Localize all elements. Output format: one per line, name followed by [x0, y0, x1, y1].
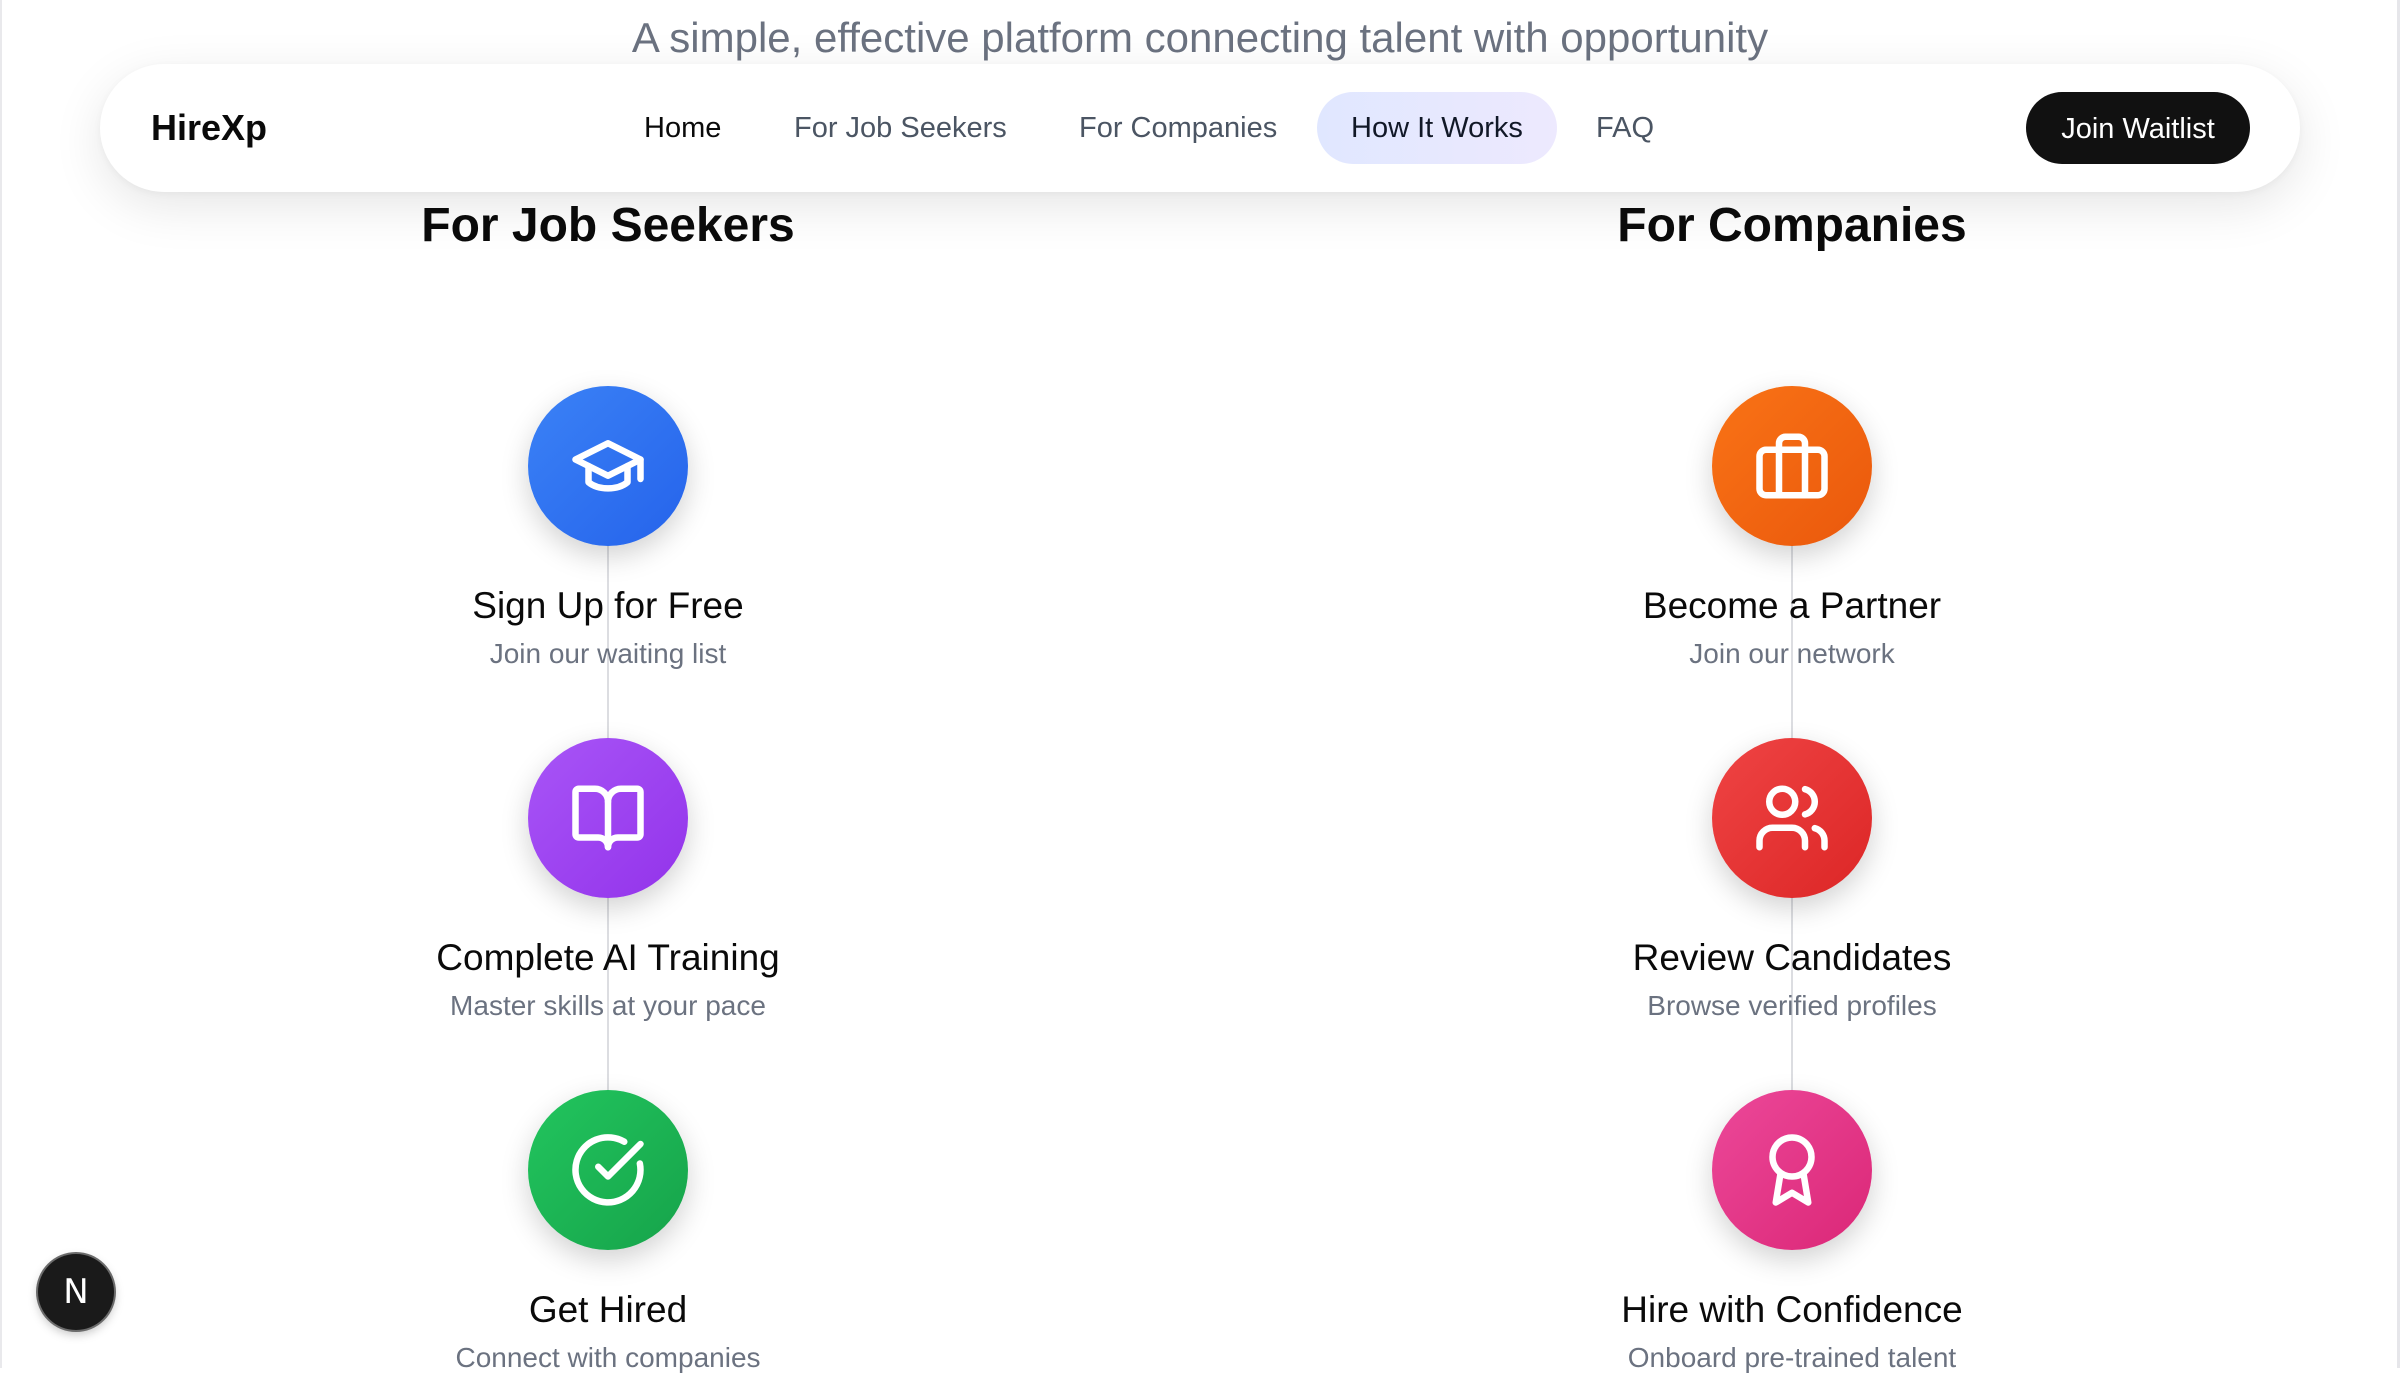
step-title: Review Candidates — [1632, 937, 1952, 978]
award-icon — [1769, 1134, 1815, 1206]
step-icon-circle — [528, 386, 688, 546]
hero-subtitle: A simple, effective platform connecting … — [631, 14, 1769, 61]
navbar: HireXp Home For Job Seekers For Companie… — [100, 64, 2300, 192]
nextjs-icon: N — [63, 1272, 89, 1312]
step-title: Complete AI Training — [436, 937, 780, 978]
page-edge — [0, 0, 2, 1368]
step-icon-circle — [1712, 1090, 1872, 1250]
step-description: Join our waiting list — [489, 638, 727, 669]
join-waitlist-button[interactable]: Join Waitlist — [2026, 92, 2250, 164]
briefcase-icon — [1756, 433, 1828, 499]
step-description: Onboard pre-trained talent — [1627, 1342, 1957, 1373]
step-description: Join our network — [1689, 638, 1895, 669]
step-icon-circle — [528, 1090, 688, 1250]
nav-faq[interactable]: FAQ — [1596, 104, 1654, 152]
brand-logo[interactable]: HireXp — [151, 104, 267, 152]
step-title: Become a Partner — [1642, 585, 1942, 626]
step-icon-circle — [1712, 386, 1872, 546]
job-seekers-heading: For Job Seekers — [421, 199, 795, 252]
nextjs-dev-badge[interactable]: N — [38, 1254, 114, 1330]
check-circle-icon — [572, 1134, 644, 1206]
step-description: Connect with companies — [455, 1342, 761, 1373]
step-description: Master skills at your pace — [450, 990, 766, 1021]
step-title: Get Hired — [528, 1289, 688, 1330]
step-icon-circle — [1712, 738, 1872, 898]
users-icon — [1756, 785, 1828, 851]
step-description: Browse verified profiles — [1647, 990, 1937, 1021]
nav-for-job-seekers[interactable]: For Job Seekers — [794, 104, 1007, 152]
nav-how-it-works[interactable]: How It Works — [1317, 92, 1557, 164]
nav-for-companies[interactable]: For Companies — [1079, 104, 1277, 152]
open-book-icon — [572, 785, 644, 851]
graduation-cap-icon — [572, 440, 644, 492]
nav-home[interactable]: Home — [644, 104, 721, 152]
companies-heading: For Companies — [1617, 199, 1967, 252]
step-title: Hire with Confidence — [1621, 1289, 1963, 1330]
step-title: Sign Up for Free — [472, 585, 744, 626]
step-icon-circle — [528, 738, 688, 898]
